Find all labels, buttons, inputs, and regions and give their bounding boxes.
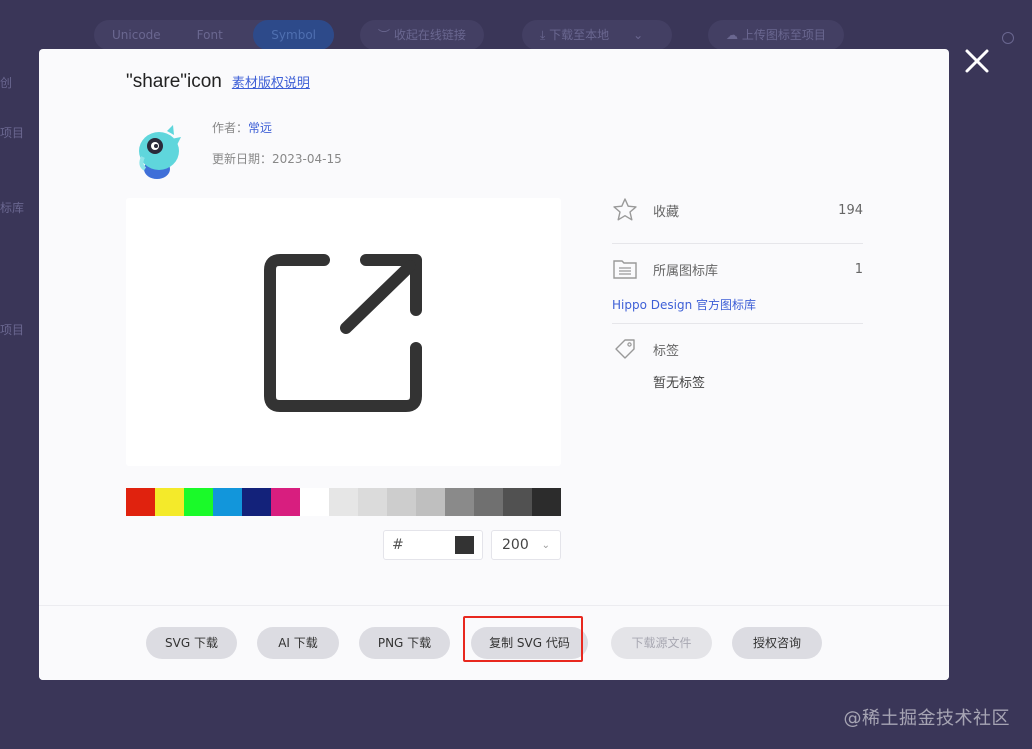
- svg-download-button[interactable]: SVG 下载: [146, 627, 237, 659]
- color-swatch[interactable]: [300, 488, 329, 516]
- favorite-count: 194: [838, 202, 863, 218]
- color-input[interactable]: #: [383, 530, 483, 560]
- author-label: 作者：: [212, 121, 249, 135]
- color-swatch[interactable]: [271, 488, 300, 516]
- highlight-box: [463, 616, 583, 662]
- size-select[interactable]: 200 ⌄: [491, 530, 561, 560]
- tags-row: 标签: [612, 334, 863, 364]
- icon-meta: 作者：常远 更新日期：2023-04-15: [212, 119, 342, 181]
- cloud-upload-icon: ☁: [726, 28, 742, 42]
- download-icon: ⤓: [540, 28, 550, 42]
- color-swatch[interactable]: [126, 488, 155, 516]
- watermark: @稀土掘金技术社区: [843, 708, 1010, 729]
- ai-download-button[interactable]: AI 下载: [257, 627, 339, 659]
- star-icon[interactable]: [612, 197, 638, 223]
- color-swatch[interactable]: [213, 488, 242, 516]
- settings-icon[interactable]: [1002, 32, 1014, 44]
- collapse-link-button[interactable]: ︶ 收起在线链接: [360, 20, 484, 50]
- color-swatch[interactable]: [155, 488, 184, 516]
- info-panel: 收藏 194 所属图标库 1 Hippo Design 官方图标库 标签 暂无标…: [612, 195, 863, 391]
- modal-footer: SVG 下载 AI 下载 PNG 下载 复制 SVG 代码 下载源文件 授权咨询: [39, 605, 949, 680]
- date-label: 更新日期：: [212, 152, 273, 166]
- tab-unicode[interactable]: Unicode: [94, 20, 179, 50]
- color-swatch[interactable]: [445, 488, 474, 516]
- close-icon[interactable]: [962, 46, 992, 76]
- tags-label: 标签: [653, 343, 680, 359]
- divider: [612, 243, 863, 244]
- sidebar-item[interactable]: 项目: [0, 321, 24, 338]
- icon-detail-modal: "share"icon 素材版权说明 作者：常远 更新日期：2023-04-15…: [39, 49, 949, 680]
- color-palette: [126, 488, 561, 516]
- license-consult-button[interactable]: 授权咨询: [732, 627, 822, 659]
- png-download-button[interactable]: PNG 下载: [359, 627, 450, 659]
- color-swatch[interactable]: [532, 488, 561, 516]
- library-link[interactable]: Hippo Design 官方图标库: [612, 296, 863, 313]
- divider: [612, 323, 863, 324]
- modal-header: "share"icon 素材版权说明: [126, 71, 310, 93]
- download-local-button[interactable]: ⤓ 下载至本地 ⌄: [522, 20, 672, 50]
- library-count: 1: [854, 261, 863, 277]
- color-swatch[interactable]: [416, 488, 445, 516]
- no-tags-text: 暂无标签: [653, 376, 706, 391]
- chevron-down-icon: ⌄: [633, 28, 644, 42]
- copyright-link[interactable]: 素材版权说明: [232, 72, 310, 91]
- tab-font-class[interactable]: Font class: [179, 20, 254, 72]
- author-avatar[interactable]: [129, 121, 185, 181]
- upload-to-project-button[interactable]: ☁ 上传图标至项目: [708, 20, 844, 50]
- sidebar-item[interactable]: 项目: [0, 124, 24, 141]
- download-source-button[interactable]: 下载源文件: [611, 627, 712, 659]
- color-swatch[interactable]: [184, 488, 213, 516]
- color-swatch[interactable]: [242, 488, 271, 516]
- library-row: 所属图标库 1: [612, 254, 863, 284]
- tab-symbol[interactable]: Symbol: [253, 20, 334, 50]
- chevron-down-icon: ⌄: [541, 539, 550, 551]
- share-icon: [264, 254, 422, 412]
- color-swatch[interactable]: [474, 488, 503, 516]
- color-hash-prefix: #: [392, 537, 404, 553]
- author-link[interactable]: 常远: [248, 121, 272, 135]
- color-swatch[interactable]: [329, 488, 358, 516]
- current-color-chip[interactable]: [455, 536, 474, 554]
- date-value: 2023-04-15: [272, 152, 342, 166]
- sidebar-item[interactable]: 标库: [0, 199, 24, 216]
- sidebar-item[interactable]: 创: [0, 74, 12, 91]
- favorite-label: 收藏: [653, 204, 680, 220]
- color-swatch[interactable]: [387, 488, 416, 516]
- code-type-tabs: Unicode Font class Symbol: [94, 20, 334, 72]
- size-value: 200: [502, 537, 529, 553]
- tag-icon: [615, 339, 635, 359]
- icon-preview: [126, 198, 561, 466]
- eye-closed-icon: ︶: [378, 28, 394, 42]
- color-swatch[interactable]: [503, 488, 532, 516]
- color-swatch[interactable]: [358, 488, 387, 516]
- icon-title: "share"icon: [126, 71, 222, 92]
- library-label: 所属图标库: [653, 263, 719, 279]
- folder-list-icon: [613, 260, 637, 279]
- favorite-row[interactable]: 收藏 194: [612, 195, 863, 225]
